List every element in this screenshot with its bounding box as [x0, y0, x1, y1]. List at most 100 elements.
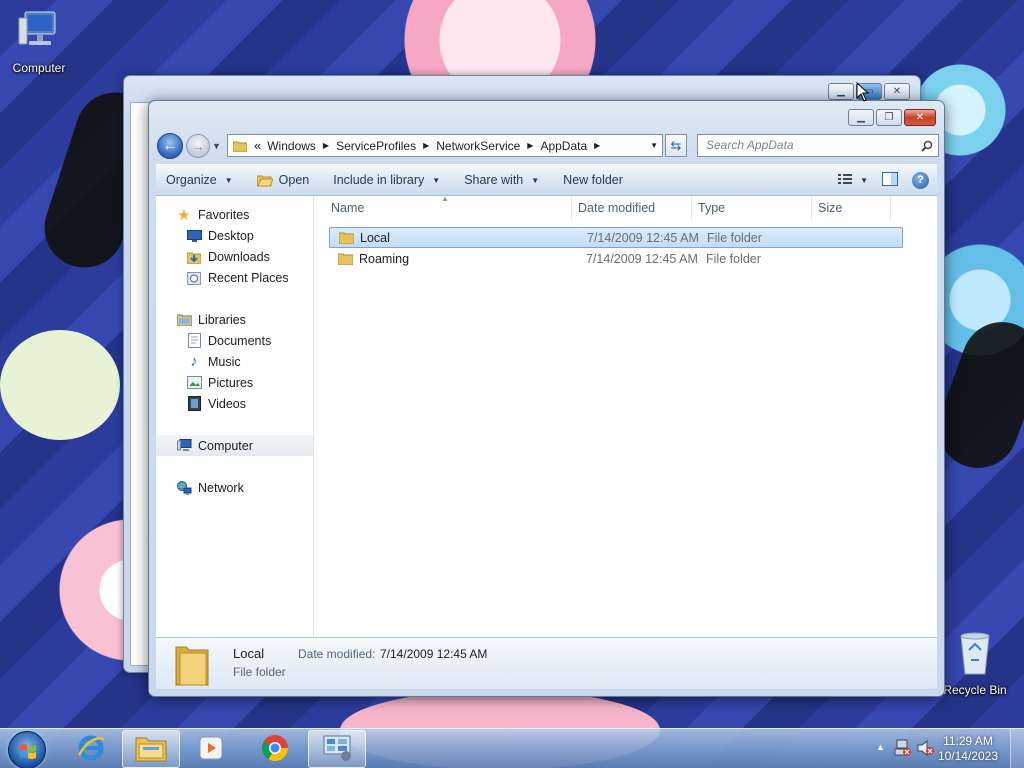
folder-icon — [232, 138, 248, 154]
taskbar-media-player[interactable] — [182, 730, 240, 768]
system-tray: ▲ 11:29 AM 10/14/2023 — [864, 729, 1024, 768]
volume-muted-icon[interactable] — [917, 739, 935, 759]
search-input[interactable]: Search AppData — [697, 134, 939, 157]
chevron-right-icon[interactable]: ▶ — [323, 141, 329, 150]
network-status-icon[interactable] — [894, 739, 912, 760]
nav-libraries[interactable]: Libraries — [156, 309, 313, 330]
details-date-label: Date modified: — [298, 647, 376, 661]
open-button[interactable]: Open — [245, 172, 322, 188]
preview-pane-icon[interactable] — [882, 171, 898, 189]
change-view-button[interactable]: ▼ — [838, 173, 868, 188]
file-row[interactable]: Roaming 7/14/2009 12:45 AM File folder — [329, 248, 903, 269]
refresh-button[interactable]: ⇆ — [665, 134, 687, 157]
documents-icon — [186, 333, 202, 349]
file-row[interactable]: Local 7/14/2009 12:45 AM File folder — [329, 227, 903, 248]
include-in-library-button[interactable]: Include in library ▼ — [321, 173, 452, 187]
close-button[interactable]: ✕ — [904, 109, 936, 126]
nav-computer[interactable]: Computer — [156, 435, 313, 456]
address-overflow[interactable]: « — [254, 138, 261, 153]
computer-icon — [4, 8, 74, 57]
search-icon[interactable] — [921, 135, 933, 159]
explorer-body: ★ Favorites Desktop Downloads Recent Pla… — [156, 194, 937, 638]
desktop-icon-computer[interactable]: Computer — [4, 8, 74, 75]
recent-pages-dropdown[interactable]: ▼ — [212, 141, 221, 151]
file-name: Roaming — [359, 251, 410, 266]
taskbar-chrome[interactable] — [246, 730, 304, 768]
organize-button[interactable]: Organize ▼ — [156, 173, 245, 187]
nav-music-label: Music — [208, 354, 241, 369]
nav-network[interactable]: Network — [156, 477, 313, 498]
organize-label: Organize — [166, 173, 217, 187]
taskbar-control-panel[interactable] — [308, 730, 366, 768]
forward-button[interactable]: → — [186, 134, 210, 158]
column-header-date-modified[interactable]: Date modified — [572, 196, 692, 220]
chevron-down-icon: ▼ — [531, 175, 540, 185]
breadcrumb-windows[interactable]: Windows — [267, 139, 316, 153]
back-button[interactable]: ← — [157, 133, 183, 159]
file-name-cell: Roaming — [329, 251, 586, 267]
nav-favorites[interactable]: ★ Favorites — [156, 204, 313, 225]
start-button[interactable] — [8, 731, 46, 768]
column-name-label: Name — [331, 201, 365, 215]
mouse-cursor — [856, 81, 870, 105]
breadcrumb-serviceprofiles[interactable]: ServiceProfiles — [336, 139, 416, 153]
breadcrumb-networkservice[interactable]: NetworkService — [436, 139, 520, 153]
folder-icon — [174, 643, 210, 687]
explorer-window[interactable]: ▁ ❐ ✕ ← → ▼ « Windows ▶ ServiceProfiles … — [148, 100, 945, 697]
minimize-button[interactable]: ▁ — [848, 109, 874, 126]
desktop-icon — [186, 228, 202, 244]
desktop-icon-label: Recycle Bin — [943, 683, 1007, 697]
nav-recent-places[interactable]: Recent Places — [156, 267, 313, 288]
restore-button[interactable]: ❐ — [876, 109, 902, 126]
address-bar[interactable]: « Windows ▶ ServiceProfiles ▶ NetworkSer… — [227, 134, 663, 157]
taskbar-internet-explorer[interactable] — [62, 730, 120, 768]
network-icon — [176, 480, 192, 496]
share-with-button[interactable]: Share with ▼ — [452, 173, 551, 187]
nav-desktop[interactable]: Desktop — [156, 225, 313, 246]
command-bar: Organize ▼ Open Include in library ▼ Share… — [156, 164, 937, 196]
file-list[interactable]: ▲ Name Date modified Type Size Local 7/1… — [314, 194, 937, 638]
file-date: 7/14/2009 12:45 AM — [587, 230, 699, 245]
toolbar-right: ▼ ? — [838, 171, 937, 189]
show-hidden-icons-button[interactable]: ▲ — [876, 742, 885, 752]
nav-computer-label: Computer — [198, 438, 253, 453]
new-folder-label: New folder — [563, 173, 623, 187]
new-folder-button[interactable]: New folder — [551, 173, 635, 187]
chevron-right-icon[interactable]: ▶ — [527, 141, 533, 150]
show-desktop-button[interactable] — [1010, 729, 1024, 768]
nav-documents[interactable]: Documents — [156, 330, 313, 351]
downloads-icon — [186, 249, 202, 265]
nav-videos[interactable]: Videos — [156, 393, 313, 414]
clock[interactable]: 11:29 AM 10/14/2023 — [938, 734, 998, 764]
desktop-icon-recycle-bin[interactable]: Recycle Bin — [940, 630, 1010, 697]
details-file-type: File folder — [233, 665, 286, 679]
breadcrumb-appdata[interactable]: AppData — [540, 139, 587, 153]
column-header-name[interactable]: ▲ Name — [314, 194, 572, 220]
nav-pictures[interactable]: Pictures — [156, 372, 313, 393]
nav-desktop-label: Desktop — [208, 228, 254, 243]
column-header-size[interactable]: Size — [812, 196, 891, 220]
internet-explorer-icon — [76, 733, 106, 766]
minimize-button[interactable]: ▁ — [828, 83, 854, 100]
chevron-right-icon[interactable]: ▶ — [594, 141, 600, 150]
navigation-pane[interactable]: ★ Favorites Desktop Downloads Recent Pla… — [156, 196, 314, 638]
libraries-icon — [176, 312, 192, 328]
windows-explorer-icon — [135, 734, 167, 765]
chevron-down-icon: ▼ — [860, 175, 868, 185]
help-icon[interactable]: ? — [912, 171, 929, 189]
column-header-type[interactable]: Type — [692, 196, 812, 220]
nav-recent-places-label: Recent Places — [208, 270, 289, 285]
nav-music[interactable]: ♪ Music — [156, 351, 313, 372]
taskbar-windows-explorer[interactable] — [122, 730, 180, 768]
details-file-name: Local — [233, 646, 265, 661]
folder-icon — [337, 251, 353, 267]
chevron-right-icon[interactable]: ▶ — [423, 141, 429, 150]
close-button[interactable]: ✕ — [884, 83, 910, 100]
chevron-down-icon: ▼ — [432, 175, 441, 185]
include-in-library-label: Include in library — [333, 173, 425, 187]
address-dropdown-icon[interactable]: ▼ — [650, 141, 658, 150]
file-type: File folder — [706, 251, 761, 266]
chrome-icon — [260, 733, 290, 766]
nav-downloads[interactable]: Downloads — [156, 246, 313, 267]
chevron-down-icon: ▼ — [224, 175, 233, 185]
